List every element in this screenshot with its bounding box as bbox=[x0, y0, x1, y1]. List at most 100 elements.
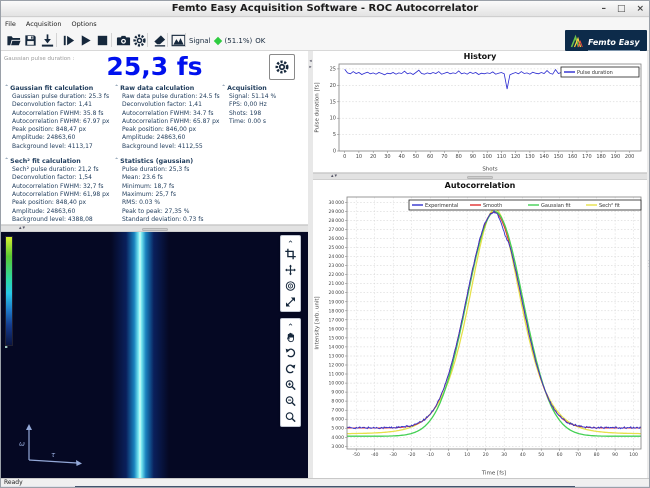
splitter-handle[interactable] bbox=[467, 176, 493, 179]
section-item: Peak position: 846,00 px bbox=[115, 126, 220, 134]
autocorrelation-beam-trace bbox=[111, 232, 169, 478]
svg-text:25: 25 bbox=[330, 66, 336, 72]
svg-text:60: 60 bbox=[427, 154, 433, 160]
section-item: Raw data pulse duration: 24.5 fs bbox=[115, 93, 220, 101]
svg-text:10: 10 bbox=[330, 116, 336, 122]
resize-button[interactable] bbox=[282, 294, 299, 310]
svg-text:Shots: Shots bbox=[482, 167, 497, 173]
maximize-button[interactable]: □ bbox=[617, 1, 626, 17]
section-item: Minimum: 18,7 fs bbox=[115, 183, 220, 191]
svg-text:70: 70 bbox=[575, 452, 581, 458]
history-chart: 0510152025010203040506070809010011012013… bbox=[313, 61, 647, 173]
section-item: Autocorrelation FWHM: 65.87 px bbox=[115, 118, 220, 126]
svg-text:40: 40 bbox=[520, 452, 526, 458]
svg-text:18 000: 18 000 bbox=[328, 308, 344, 314]
single-acquisition-button[interactable] bbox=[61, 33, 76, 48]
settings-button[interactable] bbox=[132, 33, 147, 48]
collapse-chevron-icon[interactable]: ˆ bbox=[115, 158, 118, 165]
colorbar-marker-icon: ▸▸ bbox=[5, 344, 7, 349]
charts-splitter[interactable]: ▴▾ bbox=[313, 173, 647, 180]
svg-text:0: 0 bbox=[343, 154, 346, 160]
section-item: Background level: 4112,55 bbox=[115, 143, 220, 151]
svg-text:130: 130 bbox=[525, 154, 535, 160]
section-item: Shots: 198 bbox=[222, 110, 306, 118]
svg-text:11 000: 11 000 bbox=[328, 372, 344, 378]
menu-options[interactable]: Options bbox=[72, 18, 97, 30]
export-button[interactable] bbox=[40, 33, 55, 48]
zoom-area-button[interactable] bbox=[282, 409, 299, 425]
svg-text:26 000: 26 000 bbox=[328, 236, 344, 242]
image-toolbar-top bbox=[280, 235, 301, 312]
toolbar-separator bbox=[167, 33, 168, 47]
section-header[interactable]: ˆStatistics (gaussian) bbox=[115, 158, 220, 165]
svg-text:100: 100 bbox=[629, 452, 638, 458]
move-button[interactable] bbox=[282, 262, 299, 278]
zoom-in-button[interactable] bbox=[282, 377, 299, 393]
camera-panel-splitter[interactable]: ▴▾ bbox=[1, 225, 308, 232]
toolbar: Signal (51.1%) OK Femto Easy bbox=[1, 30, 649, 51]
target-button[interactable] bbox=[282, 278, 299, 294]
clear-button[interactable] bbox=[152, 33, 167, 48]
svg-text:10: 10 bbox=[356, 154, 362, 160]
svg-text:17 000: 17 000 bbox=[328, 317, 344, 323]
grip-dots-icon: ··· bbox=[648, 259, 649, 268]
svg-text:28 000: 28 000 bbox=[328, 218, 344, 224]
section-item: Autocorrelation FWHM: 61,98 px bbox=[5, 191, 113, 199]
section-header[interactable]: ˆGaussian fit calculation bbox=[5, 85, 113, 92]
section-item: Mean: 23.6 fs bbox=[115, 174, 220, 182]
close-button[interactable]: × bbox=[636, 1, 644, 17]
pan-hand-button[interactable] bbox=[282, 329, 299, 345]
settings-button[interactable] bbox=[269, 54, 295, 80]
svg-text:Pulse duration [fs]: Pulse duration [fs] bbox=[315, 82, 321, 132]
svg-text:15 000: 15 000 bbox=[328, 335, 344, 341]
svg-text:13 000: 13 000 bbox=[328, 354, 344, 360]
section-item: Autocorrelation FWHM: 32,7 fs bbox=[5, 183, 113, 191]
save-button[interactable] bbox=[23, 33, 38, 48]
undo-button[interactable] bbox=[282, 345, 299, 361]
section-header[interactable]: ˆAcquisition bbox=[222, 85, 306, 92]
collapse-chevron-icon[interactable]: ˆ bbox=[222, 85, 225, 92]
menu-file[interactable]: File bbox=[5, 18, 16, 30]
measurement-panel: Gaussian pulse duration : 25,3 fs ˆGauss… bbox=[1, 51, 308, 225]
stop-button[interactable] bbox=[95, 33, 110, 48]
play-button[interactable] bbox=[78, 33, 93, 48]
signal-status: OK bbox=[255, 37, 265, 45]
camera-image-panel[interactable]: ▸▸ ω τ bbox=[1, 232, 308, 478]
svg-text:25 000: 25 000 bbox=[328, 245, 344, 251]
collapse-chevron-icon[interactable] bbox=[282, 320, 299, 329]
svg-text:19 000: 19 000 bbox=[328, 299, 344, 305]
camera-button[interactable] bbox=[116, 33, 131, 48]
autocorrelation-chart-title: Autocorrelation bbox=[313, 181, 647, 190]
splitter-handle[interactable] bbox=[142, 228, 168, 231]
crop-button[interactable] bbox=[282, 246, 299, 262]
collapse-chevron-icon[interactable]: ˆ bbox=[5, 85, 8, 92]
svg-text:9 000: 9 000 bbox=[331, 390, 344, 396]
minimize-button[interactable]: – bbox=[601, 1, 606, 17]
redo-button[interactable] bbox=[282, 361, 299, 377]
svg-text:21 000: 21 000 bbox=[328, 281, 344, 287]
svg-text:15: 15 bbox=[330, 99, 336, 105]
collapse-chevron-icon[interactable]: ˆ bbox=[5, 158, 8, 165]
zoom-out-button[interactable] bbox=[282, 393, 299, 409]
svg-text:170: 170 bbox=[582, 154, 592, 160]
open-file-button[interactable] bbox=[6, 33, 21, 48]
svg-text:7 000: 7 000 bbox=[331, 408, 344, 414]
svg-text:0: 0 bbox=[447, 452, 450, 458]
svg-text:140: 140 bbox=[539, 154, 549, 160]
section-header[interactable]: ˆRaw data calculation bbox=[115, 85, 220, 92]
svg-text:12 000: 12 000 bbox=[328, 363, 344, 369]
autocorrelation-chart: 3 0004 0005 0006 0007 0008 0009 00010 00… bbox=[313, 191, 647, 477]
collapse-chevron-icon[interactable] bbox=[282, 237, 299, 246]
splitter-arrows-icon[interactable]: ▴▾ bbox=[19, 225, 26, 231]
section-header[interactable]: ˆSech² fit calculation bbox=[5, 158, 113, 165]
svg-text:0: 0 bbox=[333, 149, 336, 155]
collapse-chevron-icon[interactable]: ˆ bbox=[115, 85, 118, 92]
splitter-arrows-icon[interactable]: ▴▾ bbox=[331, 173, 338, 179]
spectrum-button[interactable] bbox=[171, 33, 186, 48]
brand-name: Femto Easy bbox=[588, 38, 640, 47]
signal-label: Signal bbox=[189, 37, 211, 45]
svg-text:-30: -30 bbox=[389, 452, 397, 458]
section-item: Peak position: 848,40 px bbox=[5, 199, 113, 207]
menu-acquisition[interactable]: Acquisition bbox=[26, 18, 62, 30]
svg-text:50: 50 bbox=[413, 154, 419, 160]
